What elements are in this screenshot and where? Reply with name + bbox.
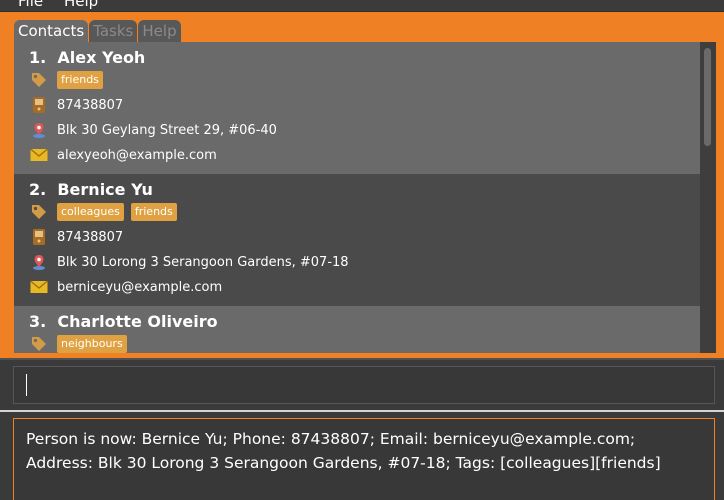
menu-file[interactable]: File — [18, 0, 43, 10]
phone-icon — [29, 95, 49, 115]
person-name: 1. Alex Yeoh — [29, 48, 145, 67]
tag-row: neighbours — [29, 334, 134, 353]
envelope-icon — [29, 277, 49, 297]
scroll-thumb[interactable] — [704, 48, 711, 146]
result-text: Person is now: Bernice Yu; Phone: 874388… — [26, 430, 661, 472]
list-panel: Contacts Tasks Help 1. Alex Yeoh friends… — [0, 12, 724, 358]
phone-row: 87438807 — [29, 227, 123, 247]
tab-tasks[interactable]: Tasks — [89, 20, 138, 42]
person-name-text: Alex Yeoh — [57, 48, 146, 67]
tag-icon — [29, 70, 49, 90]
person-name-text: Charlotte Oliveiro — [57, 312, 218, 331]
tag-icon — [29, 202, 49, 222]
menu-help[interactable]: Help — [64, 0, 98, 10]
person-name-text: Bernice Yu — [57, 180, 153, 199]
address-row: Blk 30 Lorong 3 Serangoon Gardens, #07-1… — [29, 252, 349, 272]
phone-row: 87438807 — [29, 95, 123, 115]
menu-bar: File Help — [0, 0, 724, 12]
tab-help[interactable]: Help — [138, 20, 181, 42]
location-pin-icon — [29, 252, 49, 272]
tag-label: neighbours — [57, 335, 127, 353]
person-index: 3. — [29, 312, 47, 331]
address-text: Blk 30 Lorong 3 Serangoon Gardens, #07-1… — [57, 254, 349, 270]
email-text: berniceyu@example.com — [57, 279, 223, 295]
list-scrollbar[interactable] — [700, 42, 716, 353]
tag-row: friends — [29, 70, 110, 90]
text-caret — [26, 374, 27, 396]
phone-text: 87438807 — [57, 97, 124, 113]
tab-bar: Contacts Tasks Help — [14, 20, 181, 42]
person-name: 3. Charlotte Oliveiro — [29, 312, 218, 331]
person-card[interactable]: 1. Alex Yeoh friends 87438807 Blk 30 Gey… — [14, 42, 700, 174]
tag-icon — [29, 334, 49, 353]
email-row: berniceyu@example.com — [29, 277, 222, 297]
person-card[interactable]: 3. Charlotte Oliveiro neighbours — [14, 306, 700, 353]
email-row: alexyeoh@example.com — [29, 145, 217, 165]
tag-label: colleagues — [57, 203, 124, 221]
person-name: 2. Bernice Yu — [29, 180, 153, 199]
tag-label: friends — [130, 203, 177, 221]
address-text: Blk 30 Geylang Street 29, #06-40 — [57, 122, 277, 138]
person-index: 1. — [29, 48, 47, 67]
person-index: 2. — [29, 180, 47, 199]
envelope-icon — [29, 145, 49, 165]
person-list[interactable]: 1. Alex Yeoh friends 87438807 Blk 30 Gey… — [14, 42, 716, 353]
tag-row: colleagues friends — [29, 202, 184, 222]
phone-text: 87438807 — [57, 229, 124, 245]
tag-label: friends — [57, 71, 103, 89]
command-area — [0, 358, 724, 410]
location-pin-icon — [29, 120, 49, 140]
tab-contacts[interactable]: Contacts — [14, 20, 89, 42]
command-input[interactable] — [13, 366, 715, 404]
phone-icon — [29, 227, 49, 247]
result-display[interactable]: Person is now: Bernice Yu; Phone: 874388… — [13, 418, 715, 500]
address-row: Blk 30 Geylang Street 29, #06-40 — [29, 120, 277, 140]
person-card[interactable]: 2. Bernice Yu colleagues friends 8743880… — [14, 174, 700, 306]
result-area: Person is now: Bernice Yu; Phone: 874388… — [0, 410, 724, 500]
email-text: alexyeoh@example.com — [57, 147, 217, 163]
